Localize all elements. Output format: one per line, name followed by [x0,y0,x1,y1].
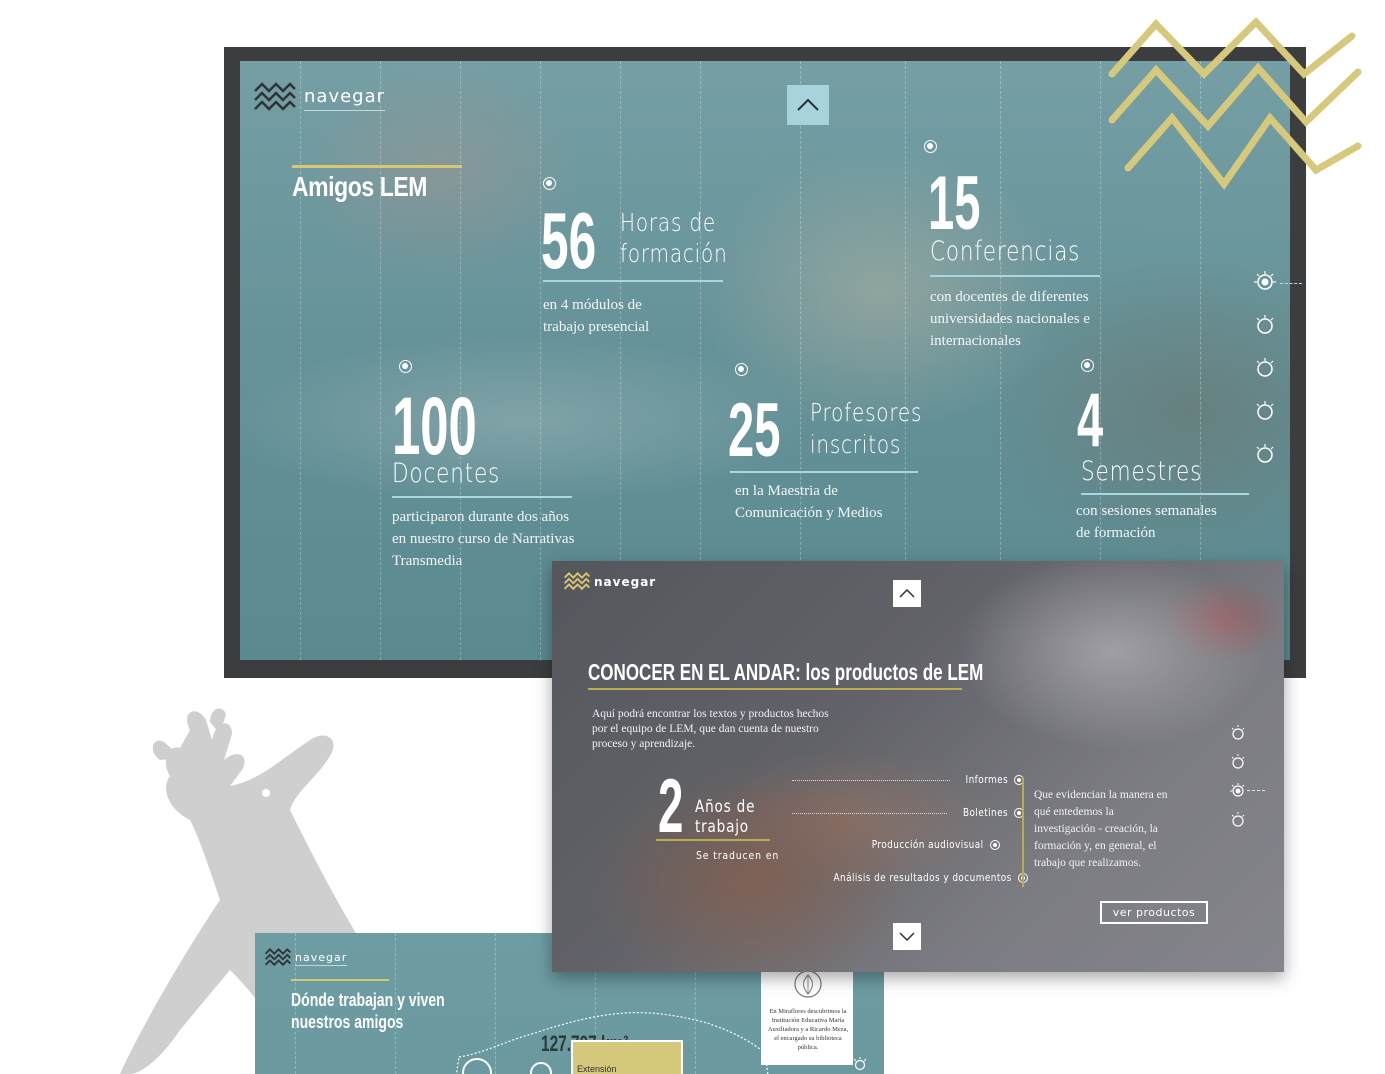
nav-dot[interactable] [1254,357,1276,379]
logo-text: navegar [304,86,386,111]
chevron-down-icon [899,932,915,941]
title-rule [588,688,962,690]
stat-number: 15 [928,161,981,246]
stat-number: 100 [392,381,477,472]
dotted-line [792,779,950,781]
sun-icon [1231,725,1245,740]
stat-label: Profesores [810,398,923,427]
nav-dot[interactable] [1254,400,1276,422]
product-label: Boletines [962,807,1008,819]
navegar-logo[interactable]: navegar [265,947,348,969]
stat-rule [930,275,1100,277]
logo-text: navegar [295,950,348,966]
scroll-down-button[interactable] [893,923,921,950]
sun-icon [1231,754,1245,769]
title-accent-bar [291,979,389,981]
nav-dot[interactable] [1254,443,1276,465]
products-description: Que evidencian la manera en qué entedemo… [1034,789,1168,869]
page-title: CONOCER EN EL ANDAR: los productos de LE… [588,659,984,685]
waves-icon [254,82,296,111]
vertical-rule [1022,777,1024,887]
ver-productos-button[interactable]: ver productos [1100,901,1208,924]
section-nav [1254,271,1276,486]
stat-rule [1081,493,1249,495]
sun-icon [1231,812,1245,827]
stat-number: 4 [1077,378,1104,463]
stat-marker-icon[interactable] [924,140,937,153]
stat-label: Conferencias [930,236,1081,267]
sun-icon [1256,315,1274,334]
waves-icon [265,948,291,967]
chevron-up-icon [797,99,819,111]
extension-label: Extensión [577,1064,617,1074]
years-number: 2 [658,764,684,849]
stat-marker-icon[interactable] [735,363,748,376]
sun-icon [1256,358,1274,377]
sun-icon [1230,783,1245,797]
scroll-up-button[interactable] [787,85,829,125]
product-label: Producción audiovisual [871,839,984,851]
product-label: Informes [965,774,1008,786]
stat-label: inscritos [810,430,902,459]
stat-label: formación [620,239,728,268]
stat-rule [730,471,918,473]
stat-marker-icon[interactable] [399,360,412,373]
products-list: Informes Boletines Producción audiovisua… [792,771,1028,891]
chevron-up-icon [899,589,915,598]
stat-label: Docentes [392,458,501,489]
sun-icon [1256,444,1274,463]
stat-description: en la Maestria de Comunicación y Medios [735,483,883,521]
navegar-logo[interactable]: navegar [254,81,386,115]
stat-label: Horas de [620,208,716,237]
sun-icon [1256,401,1274,420]
stat-description: con docentes de diferentes universidades… [930,289,1090,349]
screen-conocer-en-el-andar: navegar CONOCER EN EL ANDAR: los product… [552,561,1284,972]
title-accent-bar [292,165,462,168]
page-title: Amigos LEM [292,171,427,202]
stat-marker-icon[interactable] [543,177,556,190]
product-item-analisis[interactable]: Análisis de resultados y documentos [794,872,1028,884]
card-text: En Miraflores descubrimos la Institución… [767,1008,849,1051]
scroll-up-button[interactable] [893,580,921,607]
nav-dot[interactable] [1254,314,1276,336]
logo-text: navegar [594,575,657,589]
dotted-line [792,812,947,814]
nav-dot-active[interactable] [1254,271,1276,293]
sun-icon [1254,271,1276,290]
info-card: En Miraflores descubrimos la Institución… [761,963,853,1065]
nav-dot[interactable] [1230,725,1246,741]
sun-icon[interactable] [853,1057,867,1071]
years-rule [656,839,770,841]
stat-number: 25 [728,388,781,473]
product-item-boletines[interactable]: Boletines [792,807,1024,819]
stat-description: con sesiones semanales de formación [1076,503,1217,541]
nav-connector [1247,790,1265,791]
intro-text: Aquí podrá encontrar los textos y produc… [592,708,829,750]
product-item-produccion-audiovisual[interactable]: Producción audiovisual [852,839,1024,851]
stat-number: 56 [541,196,597,285]
section-nav [1230,725,1265,841]
stat-description: en 4 módulos de trabajo presencial [543,297,650,335]
grid-line [380,61,381,660]
product-marker-icon [989,840,1000,850]
nav-connector [1280,283,1302,284]
years-subtitle: Se traducen en [696,849,780,862]
leaf-icon [794,970,822,998]
product-label: Análisis de resultados y documentos [833,872,1012,884]
waves-icon [564,572,590,591]
nav-dot-active[interactable] [1230,783,1265,799]
nav-dot[interactable] [1230,754,1246,770]
nav-dot[interactable] [1230,812,1246,828]
stat-rule [392,496,572,498]
navegar-logo[interactable]: navegar [564,571,656,593]
product-item-informes[interactable]: Informes [792,774,1024,786]
stat-label: Semestres [1081,456,1203,487]
years-label: Años de trabajo [695,797,756,837]
stat-marker-icon[interactable] [1081,359,1094,372]
stat-rule [543,280,723,282]
extension-box: Extensión [571,1040,683,1074]
zigzag-decoration [1108,18,1362,190]
grid-line [300,61,301,660]
